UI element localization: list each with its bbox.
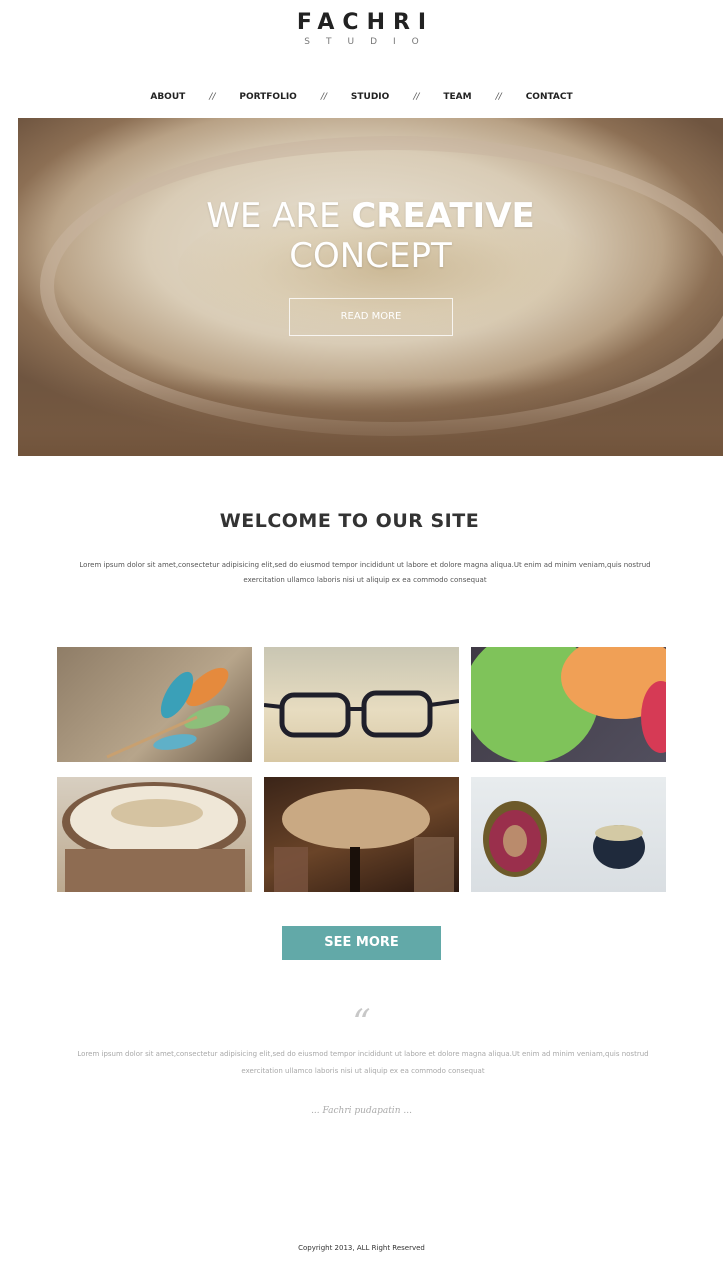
glasses-image xyxy=(264,690,459,738)
hero-title-light: WE ARE xyxy=(206,196,341,236)
logo-sub-text: STUDIO xyxy=(304,37,435,47)
nav-item-contact[interactable]: CONTACT xyxy=(526,92,573,102)
gallery-tile-coffee[interactable] xyxy=(57,777,252,892)
logo-main-text: FACHRI xyxy=(296,10,435,35)
hero-banner: WE ARE CREATIVE CONCEPT READ MORE xyxy=(18,118,723,456)
nav-item-portfolio[interactable]: PORTFOLIO xyxy=(239,92,296,102)
nav-separator: // xyxy=(495,92,502,102)
welcome-heading: WELCOME TO OUR SITE xyxy=(219,510,480,532)
balloons-image xyxy=(471,647,666,762)
portfolio-gallery xyxy=(57,647,667,892)
hero-title-bold: CREATIVE xyxy=(351,196,535,236)
feather-image xyxy=(106,667,230,759)
see-more-button[interactable]: SEE MORE xyxy=(282,926,441,960)
main-nav: ABOUT // PORTFOLIO // STUDIO // TEAM // … xyxy=(0,92,723,102)
footer-copyright: Copyright 2013, ALL Right Reserved xyxy=(298,1244,425,1252)
hero-title-line2: CONCEPT xyxy=(289,236,452,276)
quote-icon: “ xyxy=(352,1003,371,1044)
welcome-section: WELCOME TO OUR SITE xyxy=(0,510,723,532)
nav-separator: // xyxy=(209,92,216,102)
site-logo[interactable]: FACHRI STUDIO xyxy=(0,10,723,47)
gallery-tile-glasses[interactable] xyxy=(264,647,459,762)
nav-separator: // xyxy=(320,92,327,102)
gallery-tile-feather[interactable] xyxy=(57,647,252,762)
nav-item-about[interactable]: ABOUT xyxy=(150,92,185,102)
nav-item-studio[interactable]: STUDIO xyxy=(351,92,389,102)
testimonial-text: Lorem ipsum dolor sit amet,consectetur a… xyxy=(77,1050,649,1075)
gallery-tile-balloons[interactable] xyxy=(471,647,666,762)
nav-item-team[interactable]: TEAM xyxy=(443,92,471,102)
read-more-button[interactable]: READ MORE xyxy=(289,298,453,336)
testimonial-author: ... Fachri pudapatin ... xyxy=(311,1106,412,1116)
cafe-table-image xyxy=(274,789,454,892)
hero-title: WE ARE CREATIVE CONCEPT xyxy=(18,196,723,276)
coffee-image xyxy=(62,782,246,892)
gallery-tile-fig[interactable] xyxy=(471,777,666,892)
welcome-text: Lorem ipsum dolor sit amet,consectetur a… xyxy=(79,561,651,584)
hero-cup-body xyxy=(18,378,723,456)
gallery-tile-cafe-table[interactable] xyxy=(264,777,459,892)
fig-image xyxy=(483,801,645,877)
nav-separator: // xyxy=(413,92,420,102)
